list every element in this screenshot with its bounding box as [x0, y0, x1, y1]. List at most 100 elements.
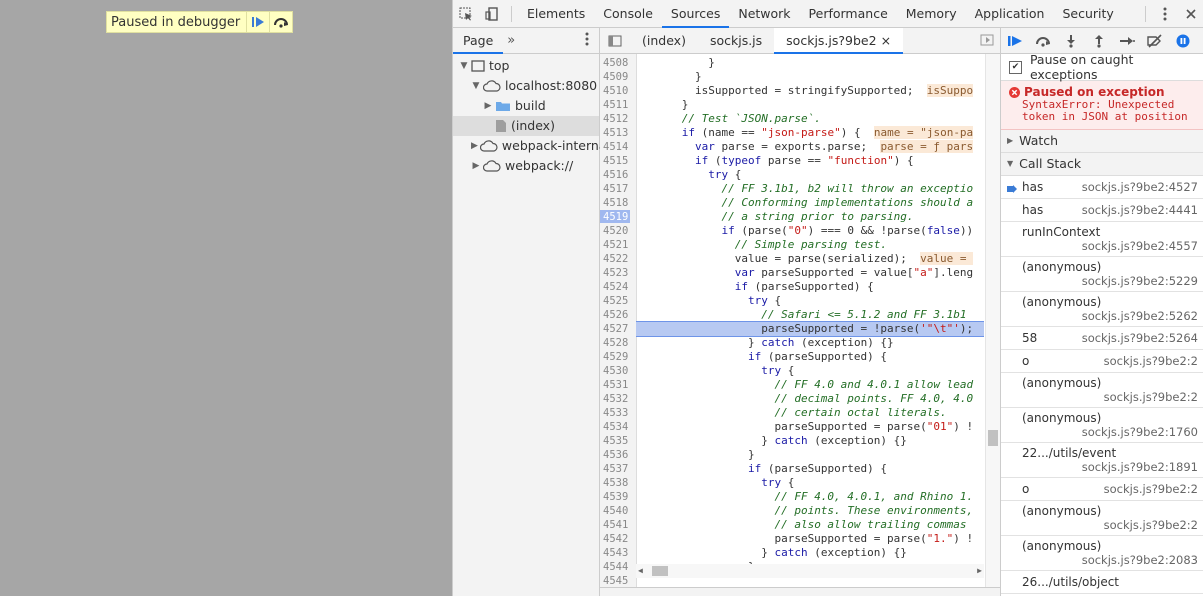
line-number[interactable]: 4510	[600, 84, 637, 98]
horizontal-scroll-thumb[interactable]	[652, 566, 668, 576]
line-number[interactable]: 4530	[600, 364, 637, 378]
line-number[interactable]: 4517	[600, 182, 637, 196]
line-number[interactable]: 4536	[600, 448, 637, 462]
code-line[interactable]: try {	[642, 168, 741, 182]
code-line[interactable]: // FF 3.1b1, b2 will throw an exceptio	[642, 182, 973, 196]
tab-security[interactable]: Security	[1053, 0, 1122, 27]
line-number[interactable]: 4525	[600, 294, 637, 308]
code-line[interactable]: }	[642, 448, 755, 462]
code-line[interactable]: if (parseSupported) {	[642, 350, 887, 364]
call-frame[interactable]: (anonymous) sockjs.js?9be2:2	[1001, 501, 1203, 536]
code-line[interactable]: } catch (exception) {}	[642, 434, 907, 448]
call-frame[interactable]: (anonymous) sockjs.js?9be2:2083	[1001, 536, 1203, 571]
customize-menu-icon[interactable]	[1152, 0, 1178, 27]
resume-icon[interactable]	[1001, 28, 1029, 53]
call-frame[interactable]: (anonymous) sockjs.js?9be2:5262	[1001, 292, 1203, 327]
line-number[interactable]: 4523	[600, 266, 637, 280]
call-frame[interactable]: (anonymous) sockjs.js?9be2:1760	[1001, 408, 1203, 443]
line-number[interactable]: 4535	[600, 434, 637, 448]
scroll-right-icon[interactable]: ▶	[977, 566, 982, 575]
code-line[interactable]: try {	[642, 294, 781, 308]
line-number[interactable]: 4542	[600, 532, 637, 546]
line-number[interactable]: 4544	[600, 560, 637, 574]
code-line[interactable]: // decimal points. FF 4.0, 4.0	[642, 392, 973, 406]
code-line[interactable]: }	[642, 70, 702, 84]
device-toolbar-icon[interactable]	[479, 0, 505, 27]
call-frame[interactable]: 26.../utils/object	[1001, 571, 1203, 594]
line-number[interactable]: 4534	[600, 420, 637, 434]
step-over-icon[interactable]	[269, 12, 292, 32]
code-line[interactable]: if (typeof parse == "function") {	[642, 154, 914, 168]
tree-item[interactable]: ▼ localhost:8080	[453, 76, 599, 96]
code-line[interactable]: // Safari <= 5.1.2 and FF 3.1b1	[642, 308, 966, 322]
line-number[interactable]: 4511	[600, 98, 637, 112]
collapsed-triangle-icon[interactable]: ▶	[471, 136, 478, 156]
inspect-element-icon[interactable]	[453, 0, 479, 27]
tab-console[interactable]: Console	[594, 0, 662, 27]
code-line[interactable]: if (parse("0") === 0 && !parse(false))	[642, 224, 973, 238]
scroll-left-icon[interactable]: ◀	[638, 566, 643, 575]
call-frame[interactable]: (anonymous) sockjs.js?9be2:5229	[1001, 257, 1203, 292]
code-view[interactable]: 4508 } 4509 } 4510 isSupported = stringify…	[600, 54, 1000, 588]
code-line[interactable]: // Simple parsing test.	[642, 238, 887, 252]
toggle-navigator-icon[interactable]	[600, 28, 630, 53]
tree-item[interactable]: (index)	[453, 116, 599, 136]
navigator-menu-icon[interactable]	[585, 32, 589, 49]
watch-section-header[interactable]: ▶ Watch	[1001, 130, 1203, 153]
line-number[interactable]: 4539	[600, 490, 637, 504]
call-frame[interactable]: runInContext sockjs.js?9be2:4557	[1001, 222, 1203, 257]
code-line[interactable]: // FF 4.0 and 4.0.1 allow lead	[642, 378, 973, 392]
tab-elements[interactable]: Elements	[518, 0, 594, 27]
tree-item[interactable]: ▶ build	[453, 96, 599, 116]
code-line[interactable]: // Conforming implementations should a	[642, 196, 973, 210]
tab-application[interactable]: Application	[966, 0, 1054, 27]
line-number[interactable]: 4521	[600, 238, 637, 252]
line-number[interactable]: 4529	[600, 350, 637, 364]
line-number[interactable]: 4526	[600, 308, 637, 322]
step-over-icon[interactable]	[1029, 28, 1057, 53]
tab-sources[interactable]: Sources	[661, 0, 730, 28]
line-number[interactable]: 4520	[600, 224, 637, 238]
more-tabs-button[interactable]: »	[507, 33, 515, 48]
line-number[interactable]: 4522	[600, 252, 637, 266]
collapsed-triangle-icon[interactable]: ▶	[471, 156, 481, 176]
line-number[interactable]: 4538	[600, 476, 637, 490]
code-line[interactable]: if (parseSupported) {	[642, 280, 874, 294]
tree-item[interactable]: ▶ webpack://	[453, 156, 599, 176]
line-number[interactable]: 4519	[600, 210, 637, 224]
line-number[interactable]: 4512	[600, 112, 637, 126]
editor-tab[interactable]: sockjs.js?9be2 ×	[774, 28, 904, 54]
line-number[interactable]: 4514	[600, 140, 637, 154]
line-number[interactable]: 4515	[600, 154, 637, 168]
line-number[interactable]: 4533	[600, 406, 637, 420]
step-icon[interactable]	[1113, 28, 1141, 53]
call-frame[interactable]: has sockjs.js?9be2:4527	[1001, 176, 1203, 199]
line-number[interactable]: 4524	[600, 280, 637, 294]
code-line[interactable]: // Test `JSON.parse`.	[642, 112, 821, 126]
line-number[interactable]: 4527	[600, 322, 637, 336]
editor-tab[interactable]: sockjs.js	[698, 28, 774, 53]
collapsed-triangle-icon[interactable]: ▶	[483, 96, 493, 116]
tab-memory[interactable]: Memory	[897, 0, 966, 27]
expanded-triangle-icon[interactable]: ▼	[471, 76, 481, 96]
line-number[interactable]: 4516	[600, 168, 637, 182]
code-line[interactable]: // also allow trailing commas	[642, 518, 966, 532]
code-line[interactable]: } catch (exception) {}	[642, 336, 894, 350]
line-number[interactable]: 4537	[600, 462, 637, 476]
line-number[interactable]: 4513	[600, 126, 637, 140]
code-line[interactable]: // points. These environments,	[642, 504, 973, 518]
vertical-scrollbar[interactable]	[985, 54, 1000, 588]
call-frame[interactable]: has sockjs.js?9be2:4441	[1001, 199, 1203, 222]
tree-item[interactable]: ▶ webpack-internal:/	[453, 136, 618, 156]
call-frame[interactable]: 58 sockjs.js?9be2:5264	[1001, 327, 1203, 350]
code-line[interactable]: // FF 4.0, 4.0.1, and Rhino 1.	[642, 490, 973, 504]
code-line[interactable]: isSupported = stringifySupported; isSupp…	[642, 84, 974, 98]
vertical-scroll-thumb[interactable]	[988, 430, 998, 446]
step-out-icon[interactable]	[1085, 28, 1113, 53]
tab-network[interactable]: Network	[729, 0, 799, 27]
code-line[interactable]: parseSupported = parse("1.") !	[642, 532, 973, 546]
code-line[interactable]: }	[642, 56, 715, 70]
code-line[interactable]: try {	[642, 364, 794, 378]
code-line[interactable]: var parseSupported = value["a"].leng	[642, 266, 973, 280]
pause-on-caught-checkbox[interactable]: ✔	[1009, 60, 1022, 74]
